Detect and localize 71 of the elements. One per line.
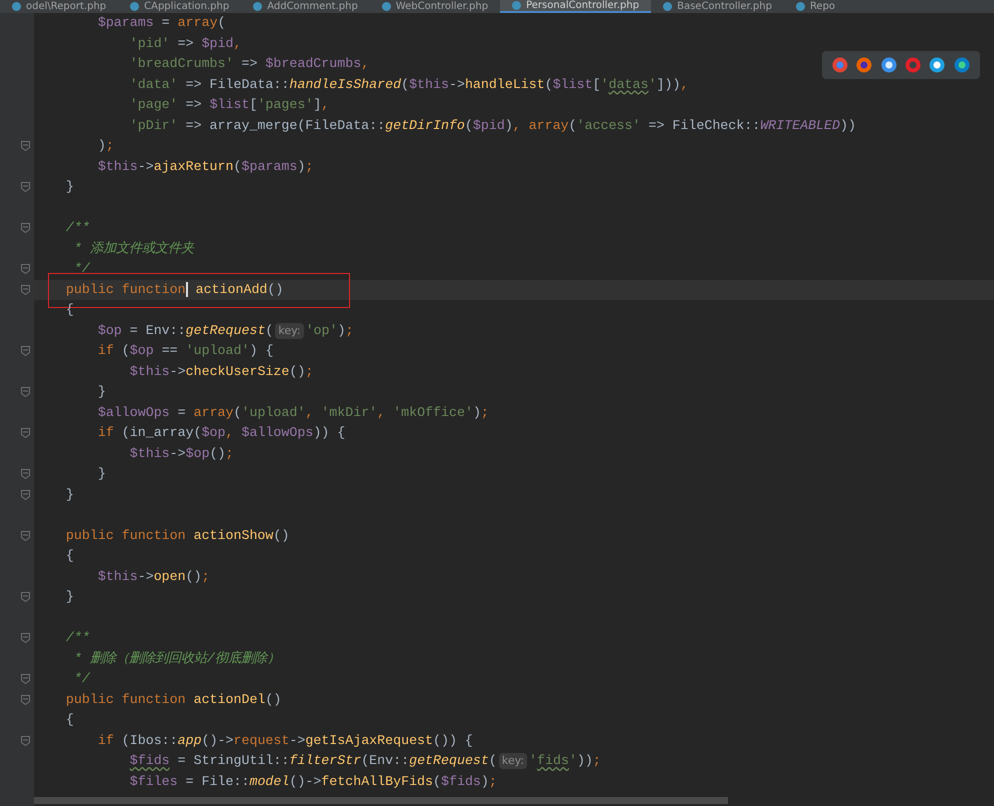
file-icon bbox=[663, 2, 672, 11]
browser-icon[interactable] bbox=[929, 57, 946, 73]
fold-icon[interactable] bbox=[21, 592, 30, 602]
fold-icon[interactable] bbox=[21, 694, 30, 705]
code-text: $this->open(); bbox=[96, 568, 210, 586]
editor-tab[interactable]: CApplication.php bbox=[118, 0, 242, 13]
editor-tab[interactable]: PersonalController.php bbox=[500, 0, 652, 13]
editor-tab[interactable]: BaseController.php bbox=[651, 0, 784, 13]
fold-icon[interactable] bbox=[21, 141, 30, 152]
code-comment: /** bbox=[64, 629, 90, 648]
code-comment: */ bbox=[72, 260, 90, 278]
code-text: 'fids')); bbox=[529, 752, 601, 770]
code-text: $allowOps = array('upload', 'mkDir', 'mkOffice'); bbox=[96, 404, 489, 422]
code-text: 'pDir' => array_merge(FileData::getDirInfo($pid), array('access' => FileCheck::WRITEABLED)) bbox=[128, 116, 856, 135]
fold-icon[interactable] bbox=[21, 264, 30, 274]
editor-tab[interactable]: odel\Report.php bbox=[0, 0, 118, 13]
fold-icon[interactable] bbox=[21, 530, 30, 541]
file-icon bbox=[796, 2, 805, 11]
fold-icon[interactable] bbox=[21, 428, 30, 438]
editor-tab[interactable]: WebController.php bbox=[370, 0, 500, 13]
code-text: 'page' => $list['pages'], bbox=[128, 96, 330, 114]
code-text: 'breadCrumbs' => $breadCrumbs, bbox=[128, 55, 370, 74]
code-text: $files = File::model()->fetchAllByFids($fids); bbox=[128, 772, 497, 791]
code-comment: * 删除（删除到回收站/彻底删除） bbox=[72, 650, 280, 668]
fold-icon[interactable] bbox=[21, 223, 30, 234]
fold-icon[interactable] bbox=[21, 182, 30, 192]
code-text: if (Ibos::app()->request->getIsAjaxRequest()) { bbox=[96, 732, 473, 750]
file-icon bbox=[253, 2, 262, 11]
code-text: } bbox=[96, 465, 106, 484]
code-text: 'data' => FileData::handleIsShared($this->handleList($list['datas'])), bbox=[128, 76, 688, 94]
code-comment: */ bbox=[72, 670, 90, 688]
fold-icon[interactable] bbox=[21, 387, 30, 398]
code-text: $this->checkUserSize(); bbox=[128, 362, 314, 381]
fold-icon[interactable] bbox=[21, 469, 30, 480]
code-text: } bbox=[96, 383, 106, 402]
code-text: public function actionShow() bbox=[64, 526, 290, 545]
code-text: ); bbox=[96, 137, 114, 156]
fold-icon[interactable] bbox=[21, 736, 30, 746]
fold-icon[interactable] bbox=[21, 284, 30, 295]
fold-icon[interactable] bbox=[21, 674, 30, 684]
editor-tab[interactable]: Repo bbox=[784, 0, 848, 13]
file-icon bbox=[12, 2, 21, 11]
code-comment: * 添加文件或文件夹 bbox=[72, 240, 194, 258]
code-text: } bbox=[64, 588, 74, 606]
code-text: } bbox=[64, 486, 74, 504]
fold-icon[interactable] bbox=[21, 633, 30, 644]
code-text: public function actionAdd() bbox=[34, 280, 284, 300]
code-text: { bbox=[64, 547, 74, 566]
code-text: 'pid' => $pid, bbox=[128, 34, 242, 53]
parameter-hint: key: bbox=[498, 753, 528, 770]
code-text: if ($op == 'upload') { bbox=[96, 342, 274, 360]
code-text: $this->ajaxReturn($params); bbox=[96, 158, 314, 176]
code-text: 'op'); bbox=[306, 322, 354, 340]
horizontal-scrollbar[interactable] bbox=[34, 797, 728, 804]
code-text: if (in_array($op, $allowOps)) { bbox=[96, 424, 346, 442]
code-text: public function actionDel() bbox=[64, 690, 282, 709]
file-icon bbox=[382, 2, 391, 11]
code-text: $params = array( bbox=[96, 14, 226, 32]
code-text: $this->$op(); bbox=[128, 444, 234, 463]
fold-icon[interactable] bbox=[21, 490, 30, 500]
code-text: $fids = StringUtil::filterStr(Env::getRequest( bbox=[128, 752, 497, 770]
browser-icon[interactable] bbox=[954, 57, 970, 73]
editor-tab[interactable]: AddComment.php bbox=[241, 0, 370, 13]
fold-icon[interactable] bbox=[21, 346, 30, 356]
parameter-hint: key: bbox=[275, 322, 304, 339]
file-icon bbox=[512, 1, 522, 10]
code-text: } bbox=[64, 178, 74, 196]
code-text: { bbox=[64, 711, 74, 730]
file-icon bbox=[130, 2, 140, 11]
code-text: $op = Env::getRequest( bbox=[96, 322, 274, 340]
code-comment: /** bbox=[64, 219, 90, 238]
